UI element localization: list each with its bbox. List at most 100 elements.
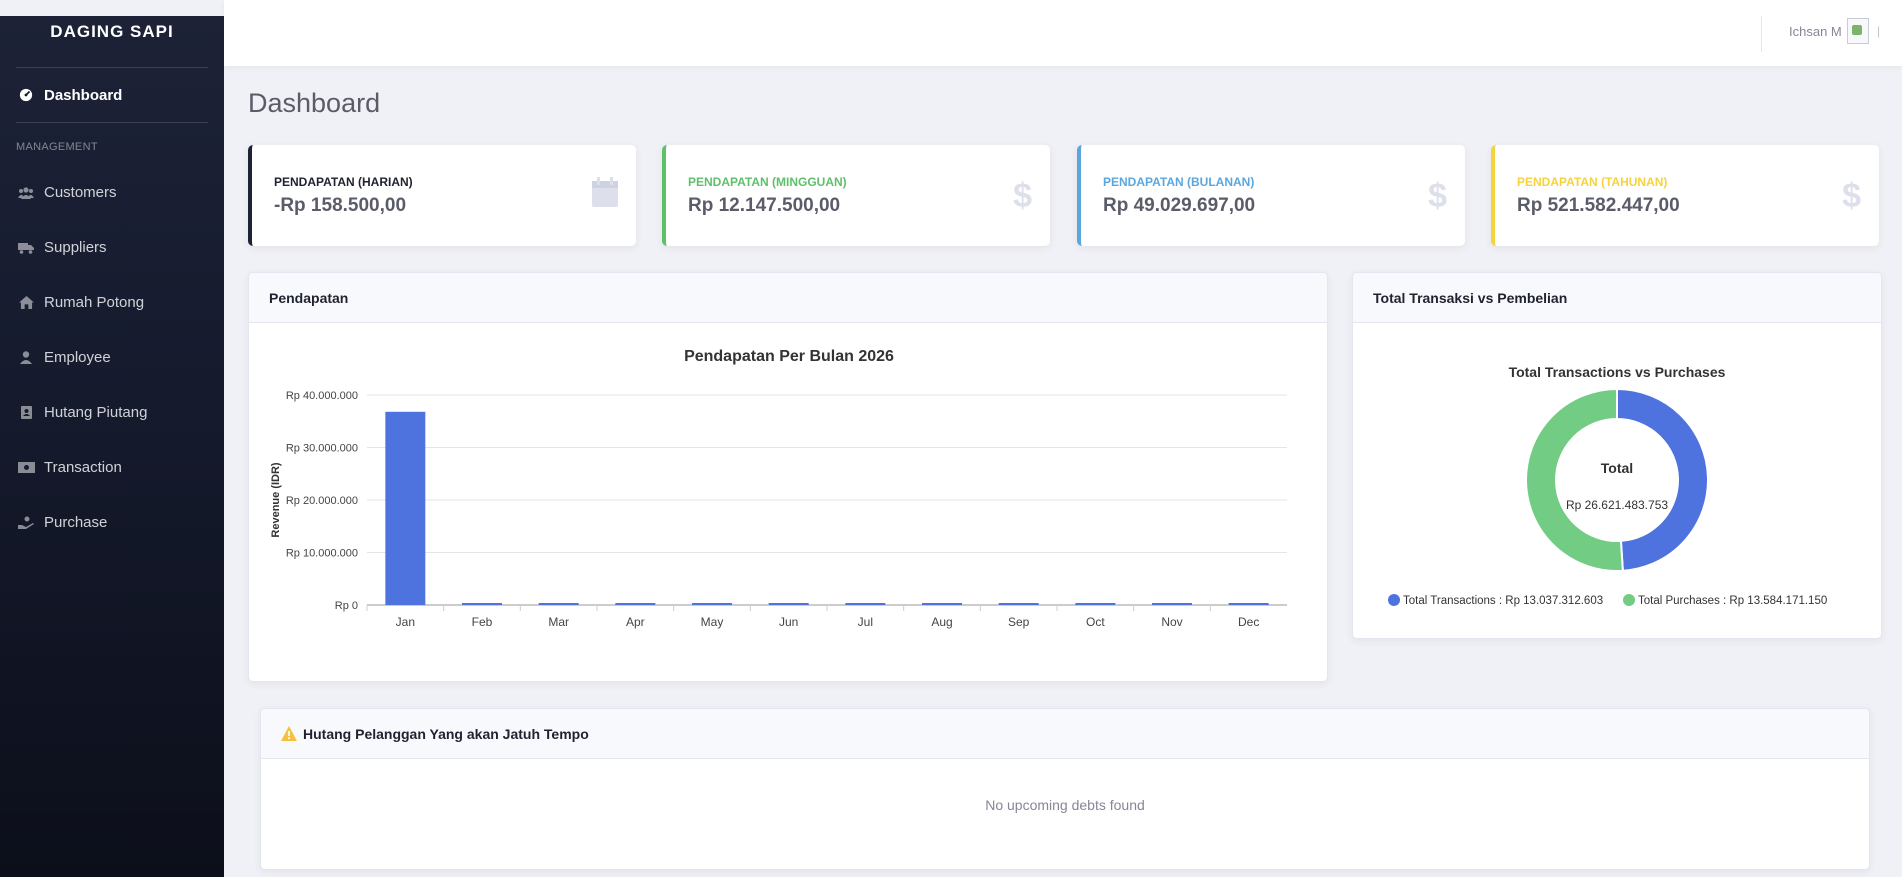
debt-card-title: Hutang Pelanggan Yang akan Jatuh Tempo bbox=[303, 725, 589, 742]
chart-title: Pendapatan Per Bulan 2026 bbox=[684, 348, 894, 365]
x-tick-label: Nov bbox=[1161, 615, 1182, 629]
sidebar-item-customers[interactable]: Customers bbox=[0, 165, 224, 220]
sidebar-item-purchase[interactable]: Purchase bbox=[0, 495, 224, 550]
debt-card-header: Hutang Pelanggan Yang akan Jatuh Tempo bbox=[261, 709, 1869, 759]
topbar-divider bbox=[1761, 16, 1762, 52]
money-bill-icon bbox=[16, 462, 36, 473]
sidebar-item-label: Hutang Piutang bbox=[44, 404, 148, 421]
bar bbox=[1228, 603, 1269, 605]
stat-card: PENDAPATAN (MINGGUAN) Rp 12.147.500,00 $ bbox=[662, 145, 1050, 246]
sidebar-item-rumah-potong[interactable]: Rumah Potong bbox=[0, 275, 224, 330]
bar bbox=[538, 603, 579, 605]
bar bbox=[692, 603, 732, 605]
x-tick-label: Jul bbox=[858, 615, 873, 629]
bar bbox=[845, 603, 886, 605]
y-tick-label: Rp 0 bbox=[335, 600, 358, 612]
sidebar-item-suppliers[interactable]: Suppliers bbox=[0, 220, 224, 275]
sidebar-item-employee[interactable]: Employee bbox=[0, 330, 224, 385]
legend-label[interactable]: Total Purchases : Rp 13.584.171.150 bbox=[1638, 595, 1827, 607]
sidebar-item-label: Rumah Potong bbox=[44, 294, 145, 311]
x-tick-label: Oct bbox=[1086, 615, 1105, 629]
stat-value: Rp 12.147.500,00 bbox=[688, 195, 841, 216]
address-book-icon bbox=[16, 406, 36, 419]
truck-icon bbox=[16, 242, 36, 254]
x-tick-label: Jun bbox=[779, 615, 798, 629]
brand-title[interactable]: DAGING SAPI bbox=[16, 16, 208, 68]
calendar-icon bbox=[592, 177, 618, 216]
user-name[interactable]: Ichsan M bbox=[1789, 24, 1842, 39]
stat-label: PENDAPATAN (HARIAN) bbox=[274, 175, 413, 189]
sidebar-item-dashboard[interactable]: Dashboard bbox=[0, 68, 224, 122]
x-tick-label: May bbox=[701, 615, 724, 629]
hand-holding-icon bbox=[16, 516, 36, 529]
x-tick-label: Aug bbox=[931, 615, 952, 629]
y-axis-label: Revenue (IDR) bbox=[270, 462, 282, 538]
sidebar-item-label: Dashboard bbox=[44, 86, 123, 104]
y-tick-label: Rp 10.000.000 bbox=[286, 548, 358, 560]
x-tick-label: Jan bbox=[396, 615, 415, 629]
sidebar-item-label: Transaction bbox=[44, 459, 122, 476]
bar bbox=[615, 603, 656, 605]
users-icon bbox=[16, 186, 36, 199]
pie-card-title: Total Transaksi vs Pembelian bbox=[1353, 273, 1881, 323]
sidebar-item-label: Employee bbox=[44, 349, 111, 366]
sidebar-heading: MANAGEMENT bbox=[16, 141, 98, 153]
bar bbox=[768, 603, 809, 605]
stat-value: Rp 521.582.447,00 bbox=[1517, 195, 1680, 216]
dollar-icon: $ bbox=[1428, 177, 1447, 215]
donut-center-value: Rp 26.621.483.753 bbox=[1566, 498, 1668, 512]
bar bbox=[998, 603, 1039, 605]
y-tick-label: Rp 40.000.000 bbox=[286, 390, 358, 402]
stat-value: -Rp 158.500,00 bbox=[274, 195, 407, 216]
page-title: Dashboard bbox=[248, 88, 381, 118]
revenue-bar-chart: Pendapatan Per Bulan 2026 Revenue (IDR) Rp… bbox=[270, 348, 1287, 629]
donut-center-label: Total bbox=[1601, 460, 1633, 476]
dollar-icon: $ bbox=[1842, 177, 1861, 215]
bar bbox=[462, 603, 502, 605]
x-tick-label: Sep bbox=[1008, 615, 1030, 629]
stat-value: Rp 49.029.697,00 bbox=[1103, 195, 1256, 216]
revenue-card-title: Pendapatan bbox=[249, 273, 1327, 323]
home-icon bbox=[16, 296, 36, 309]
pie-slice bbox=[1525, 387, 1624, 572]
bar bbox=[922, 603, 962, 605]
sidebar-item-hutang-piutang[interactable]: Hutang Piutang bbox=[0, 385, 224, 440]
pie-title: Total Transactions vs Purchases bbox=[1509, 364, 1726, 380]
revenue-card: Pendapatan Pendapatan Per Bulan 2026 Reve… bbox=[248, 272, 1328, 682]
stat-card: PENDAPATAN (BULANAN) Rp 49.029.697,00 $ bbox=[1077, 145, 1465, 246]
stat-card: PENDAPATAN (HARIAN) -Rp 158.500,00 bbox=[248, 145, 636, 246]
topbar-trailing: | bbox=[1877, 24, 1881, 38]
sidebar: DAGING SAPI Dashboard MANAGEMENT Custome… bbox=[0, 16, 224, 877]
sidebar-item-transaction[interactable]: Transaction bbox=[0, 440, 224, 495]
transactions-purchases-card: Total Transaksi vs Pembelian Total Trans… bbox=[1352, 272, 1882, 639]
legend-label[interactable]: Total Transactions : Rp 13.037.312.603 bbox=[1403, 595, 1603, 607]
avatar[interactable] bbox=[1847, 18, 1869, 44]
user-icon bbox=[16, 351, 36, 364]
stat-label: PENDAPATAN (TAHUNAN) bbox=[1517, 175, 1668, 189]
sidebar-item-label: Purchase bbox=[44, 514, 108, 531]
x-tick-label: Apr bbox=[626, 615, 645, 629]
empty-state-message: No upcoming debts found bbox=[985, 797, 1145, 813]
transactions-purchases-donut-chart: Total Transactions vs Purchases Total Rp 2… bbox=[1388, 364, 1827, 607]
legend-swatch bbox=[1388, 594, 1400, 606]
stat-card: PENDAPATAN (TAHUNAN) Rp 521.582.447,00 $ bbox=[1491, 145, 1879, 246]
bar bbox=[1075, 603, 1116, 605]
y-tick-label: Rp 30.000.000 bbox=[286, 443, 358, 455]
warning-icon bbox=[281, 726, 297, 741]
legend-swatch bbox=[1623, 594, 1635, 606]
pie-slice bbox=[1616, 387, 1709, 572]
x-tick-label: Mar bbox=[548, 615, 569, 629]
topbar: Ichsan M | bbox=[224, 0, 1902, 66]
x-tick-label: Feb bbox=[472, 615, 493, 629]
stat-label: PENDAPATAN (MINGGUAN) bbox=[688, 175, 847, 189]
bar bbox=[1152, 603, 1192, 605]
gauge-icon bbox=[16, 88, 36, 102]
stat-label: PENDAPATAN (BULANAN) bbox=[1103, 175, 1255, 189]
debt-card: Hutang Pelanggan Yang akan Jatuh Tempo N… bbox=[260, 708, 1870, 870]
sidebar-item-label: Customers bbox=[44, 184, 117, 201]
sidebar-item-label: Suppliers bbox=[44, 239, 107, 256]
y-tick-label: Rp 20.000.000 bbox=[286, 495, 358, 507]
dollar-icon: $ bbox=[1013, 177, 1032, 215]
x-tick-label: Dec bbox=[1238, 615, 1259, 629]
bar bbox=[385, 411, 426, 605]
